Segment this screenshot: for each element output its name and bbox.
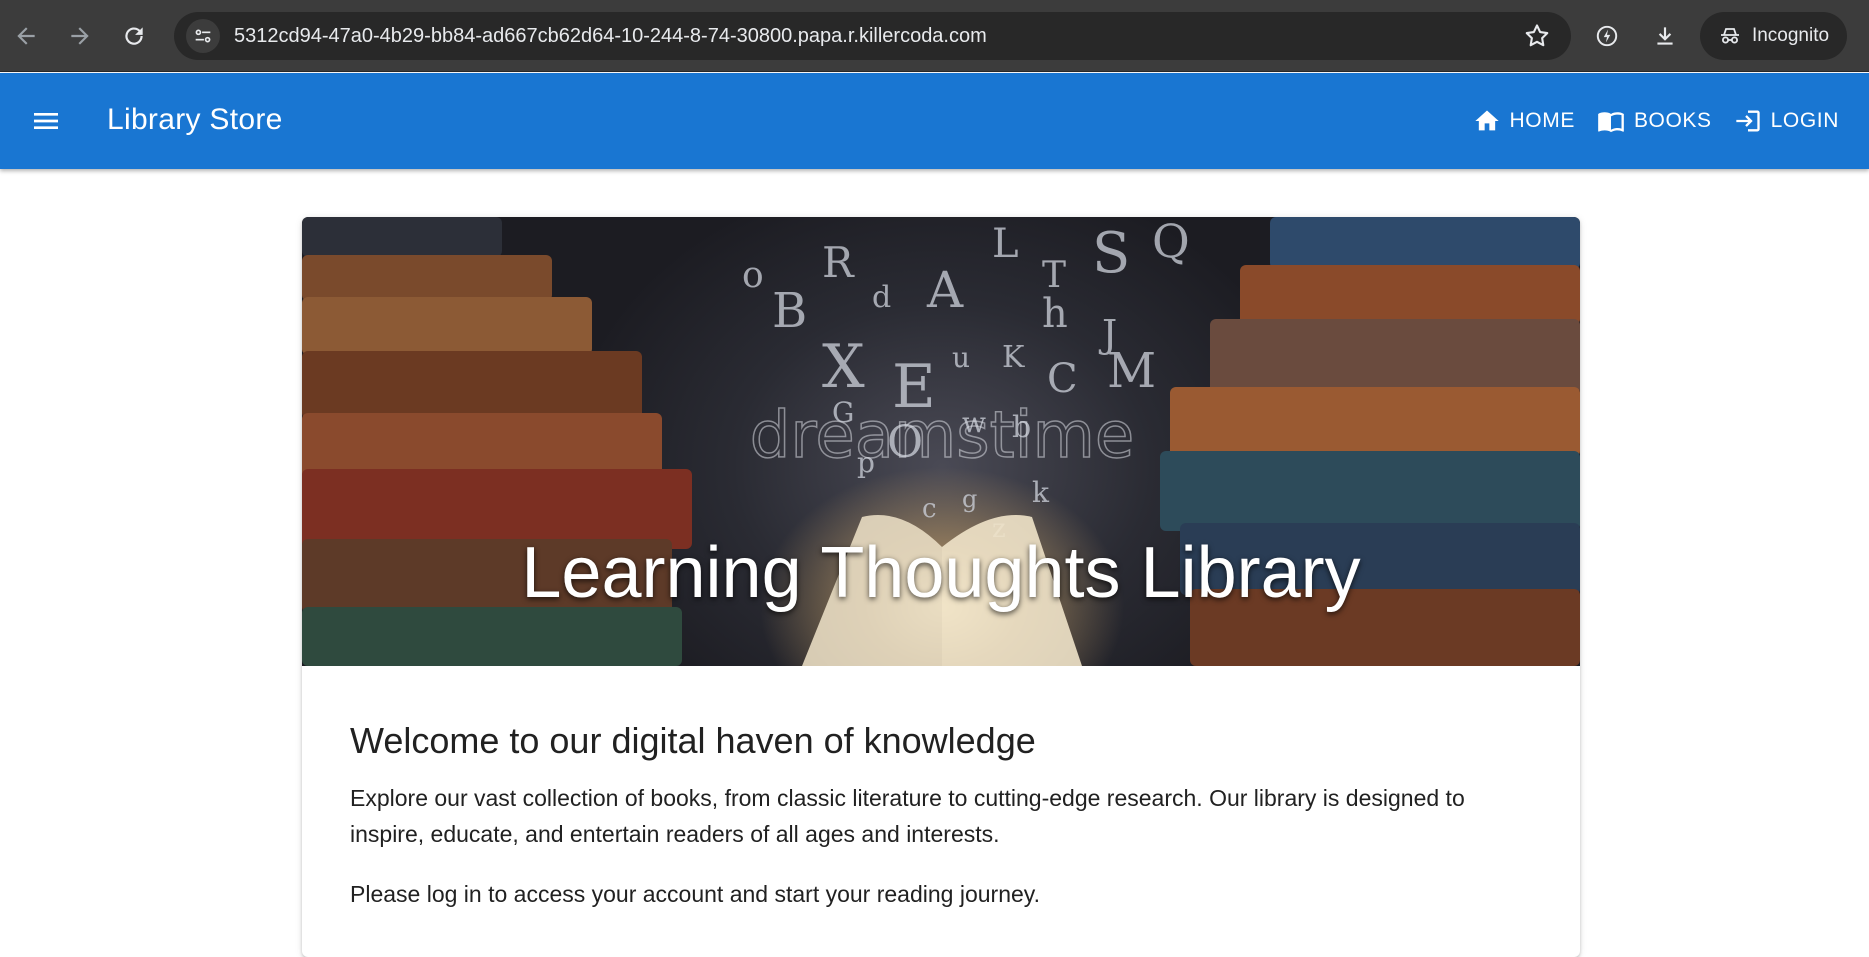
- browser-toolbar: 5312cd94-47a0-4b29-bb84-ad667cb62d64-10-…: [0, 0, 1869, 72]
- login-icon: [1735, 110, 1760, 132]
- nav-books-button[interactable]: BOOKS: [1593, 97, 1716, 145]
- app-bar: Library Store HOME BOOKS LOGIN: [0, 73, 1869, 169]
- svg-text:d: d: [872, 280, 891, 315]
- back-button[interactable]: [4, 14, 48, 58]
- home-icon: [1474, 110, 1499, 131]
- url-text[interactable]: 5312cd94-47a0-4b29-bb84-ad667cb62d64-10-…: [234, 25, 987, 48]
- svg-text:M: M: [1107, 343, 1156, 399]
- site-info-icon[interactable]: [186, 19, 220, 53]
- menu-button[interactable]: [22, 97, 70, 145]
- arrow-right-icon: [71, 27, 89, 45]
- top-nav: HOME BOOKS LOGIN: [1469, 97, 1843, 145]
- intro-paragraph: Explore our vast collection of books, fr…: [350, 785, 1465, 847]
- hamburger-menu-icon: [34, 113, 58, 129]
- nav-home-label: HOME: [1509, 109, 1575, 132]
- card-body: Welcome to our digital haven of knowledg…: [302, 666, 1580, 912]
- hero-title: Learning Thoughts Library: [521, 533, 1361, 613]
- svg-text:X: X: [822, 332, 865, 402]
- bookmark-star-icon[interactable]: [1523, 22, 1551, 55]
- watermark-text: dreamstime: [750, 399, 1134, 473]
- svg-text:o: o: [742, 255, 764, 296]
- performance-icon[interactable]: [1585, 14, 1629, 58]
- svg-text:B: B: [772, 283, 807, 339]
- address-bar[interactable]: 5312cd94-47a0-4b29-bb84-ad667cb62d64-10-…: [174, 12, 1571, 60]
- svg-text:L: L: [992, 221, 1019, 267]
- app-title[interactable]: Library Store: [107, 103, 283, 137]
- svg-text:h: h: [1042, 291, 1068, 337]
- incognito-label: Incognito: [1751, 25, 1830, 46]
- svg-text:T: T: [1042, 255, 1066, 296]
- nav-books-label: BOOKS: [1633, 109, 1712, 132]
- svg-text:u: u: [952, 341, 970, 374]
- nav-home-button[interactable]: HOME: [1469, 97, 1579, 145]
- svg-text:Q: Q: [1152, 217, 1190, 268]
- svg-text:K: K: [1002, 340, 1025, 375]
- incognito-button[interactable]: Incognito: [1700, 12, 1847, 60]
- arrow-left-icon: [17, 27, 35, 45]
- reload-icon: [125, 27, 143, 45]
- nav-login-label: LOGIN: [1770, 109, 1839, 132]
- book-open-icon: [1598, 112, 1624, 133]
- hero-image: B o R d A L T S Q h J X E u K C M O w b: [302, 217, 1580, 666]
- svg-text:C: C: [1047, 356, 1078, 402]
- svg-text:c: c: [922, 494, 937, 524]
- nav-login-button[interactable]: LOGIN: [1730, 97, 1843, 145]
- svg-text:g: g: [962, 485, 977, 513]
- svg-text:A: A: [926, 261, 964, 319]
- forward-button[interactable]: [58, 14, 102, 58]
- incognito-icon: [1720, 28, 1739, 44]
- svg-text:S: S: [1092, 221, 1130, 286]
- reload-button[interactable]: [112, 14, 156, 58]
- welcome-heading: Welcome to our digital haven of knowledg…: [350, 720, 1036, 761]
- svg-text:k: k: [1032, 476, 1050, 509]
- welcome-card: B o R d A L T S Q h J X E u K C M O w b: [302, 217, 1580, 957]
- login-prompt-paragraph: Please log in to access your account and…: [350, 881, 1040, 907]
- svg-text:R: R: [822, 238, 855, 287]
- download-icon[interactable]: [1643, 14, 1687, 58]
